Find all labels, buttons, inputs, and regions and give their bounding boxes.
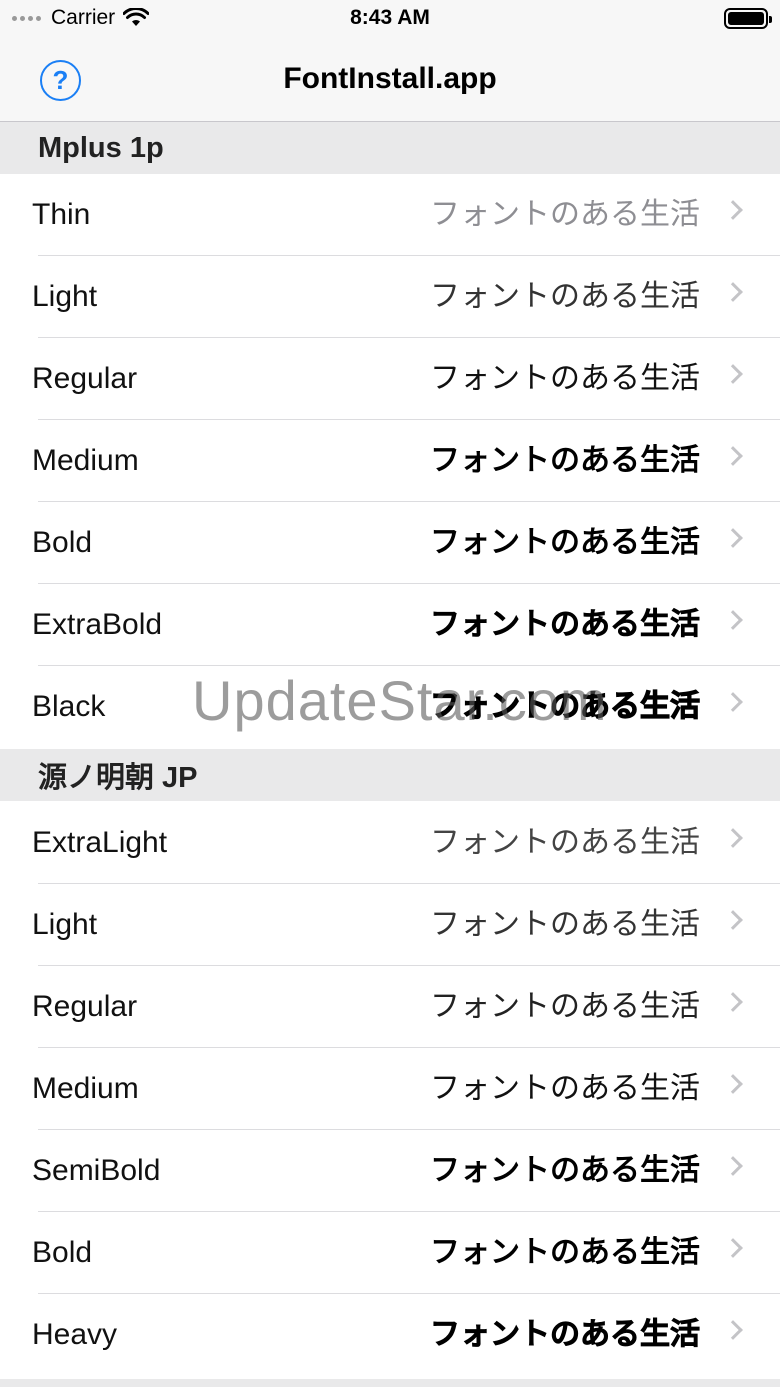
font-weight-label: ExtraBold [32, 608, 163, 641]
chevron-right-icon [723, 1074, 743, 1094]
font-sample: フォントのある生活 [430, 362, 700, 395]
chevron-right-icon [723, 200, 743, 220]
font-weight-label: Bold [32, 526, 93, 559]
font-row-serif-regular[interactable]: Regular フォントのある生活 [0, 966, 780, 1048]
font-row-mplus-bold[interactable]: Bold フォントのある生活 [0, 502, 780, 584]
font-sample: フォントのある生活 [430, 1071, 700, 1106]
font-sample: フォントのある生活 [430, 198, 700, 231]
chevron-right-icon [723, 1156, 743, 1176]
next-section-header [0, 1379, 780, 1387]
font-sample: フォントのある生活 [430, 1317, 701, 1353]
font-row-mplus-extrabold[interactable]: ExtraBold フォントのある生活 [0, 584, 780, 666]
font-row-mplus-light[interactable]: Light フォントのある生活 [0, 256, 780, 338]
font-weight-label: SemiBold [32, 1154, 161, 1187]
font-row-serif-medium[interactable]: Medium フォントのある生活 [0, 1048, 780, 1130]
font-weight-label: Regular [32, 362, 138, 395]
chevron-right-icon [723, 610, 743, 630]
font-weight-label: Black [32, 690, 106, 723]
font-weight-label: Medium [32, 1072, 139, 1105]
font-sample: フォントのある生活 [430, 444, 700, 477]
section-header-source-han-serif: 源ノ明朝 JP [0, 749, 780, 801]
font-row-serif-heavy[interactable]: Heavy フォントのある生活 [0, 1294, 780, 1376]
font-sample: フォントのある生活 [430, 526, 700, 559]
font-row-mplus-black[interactable]: Black フォントのある生活 [0, 666, 780, 748]
font-row-mplus-thin[interactable]: Thin フォントのある生活 [0, 174, 780, 256]
font-weight-label: Light [32, 908, 98, 941]
font-sample: フォントのある生活 [429, 689, 700, 723]
font-weight-label: Light [32, 280, 98, 313]
font-row-serif-bold[interactable]: Bold フォントのある生活 [0, 1212, 780, 1294]
font-weight-label: Thin [32, 198, 91, 231]
font-row-serif-semibold[interactable]: SemiBold フォントのある生活 [0, 1130, 780, 1212]
navigation-bar: ? FontInstall.app [0, 40, 780, 122]
font-sample: フォントのある生活 [430, 1153, 700, 1188]
battery-icon [724, 8, 772, 29]
page-title: FontInstall.app [283, 62, 497, 95]
chevron-right-icon [723, 1238, 743, 1258]
chevron-right-icon [723, 528, 743, 548]
chevron-right-icon [723, 364, 743, 384]
font-sample: フォントのある生活 [430, 608, 701, 642]
font-weight-label: ExtraLight [32, 826, 168, 859]
chevron-right-icon [723, 692, 743, 712]
chevron-right-icon [723, 910, 743, 930]
font-weight-label: Regular [32, 990, 138, 1023]
font-sample: フォントのある生活 [430, 1235, 700, 1270]
font-weight-label: Bold [32, 1236, 93, 1269]
font-weight-label: Medium [32, 444, 139, 477]
chevron-right-icon [723, 282, 743, 302]
font-row-serif-light[interactable]: Light フォントのある生活 [0, 884, 780, 966]
font-sample: フォントのある生活 [430, 907, 700, 942]
font-sample: フォントのある生活 [430, 280, 700, 313]
font-sample: フォントのある生活 [430, 989, 700, 1024]
status-time: 8:43 AM [350, 6, 430, 29]
chevron-right-icon [723, 446, 743, 466]
font-row-serif-extralight[interactable]: ExtraLight フォントのある生活 [0, 802, 780, 884]
chevron-right-icon [723, 1320, 743, 1340]
font-sample: フォントのある生活 [430, 825, 700, 860]
chevron-right-icon [723, 828, 743, 848]
chevron-right-icon [723, 992, 743, 1012]
section-header-mplus: Mplus 1p [0, 122, 780, 174]
font-row-mplus-medium[interactable]: Medium フォントのある生活 [0, 420, 780, 502]
font-weight-label: Heavy [32, 1318, 118, 1351]
status-bar: Carrier 8:43 AM [0, 0, 780, 40]
font-row-mplus-regular[interactable]: Regular フォントのある生活 [0, 338, 780, 420]
